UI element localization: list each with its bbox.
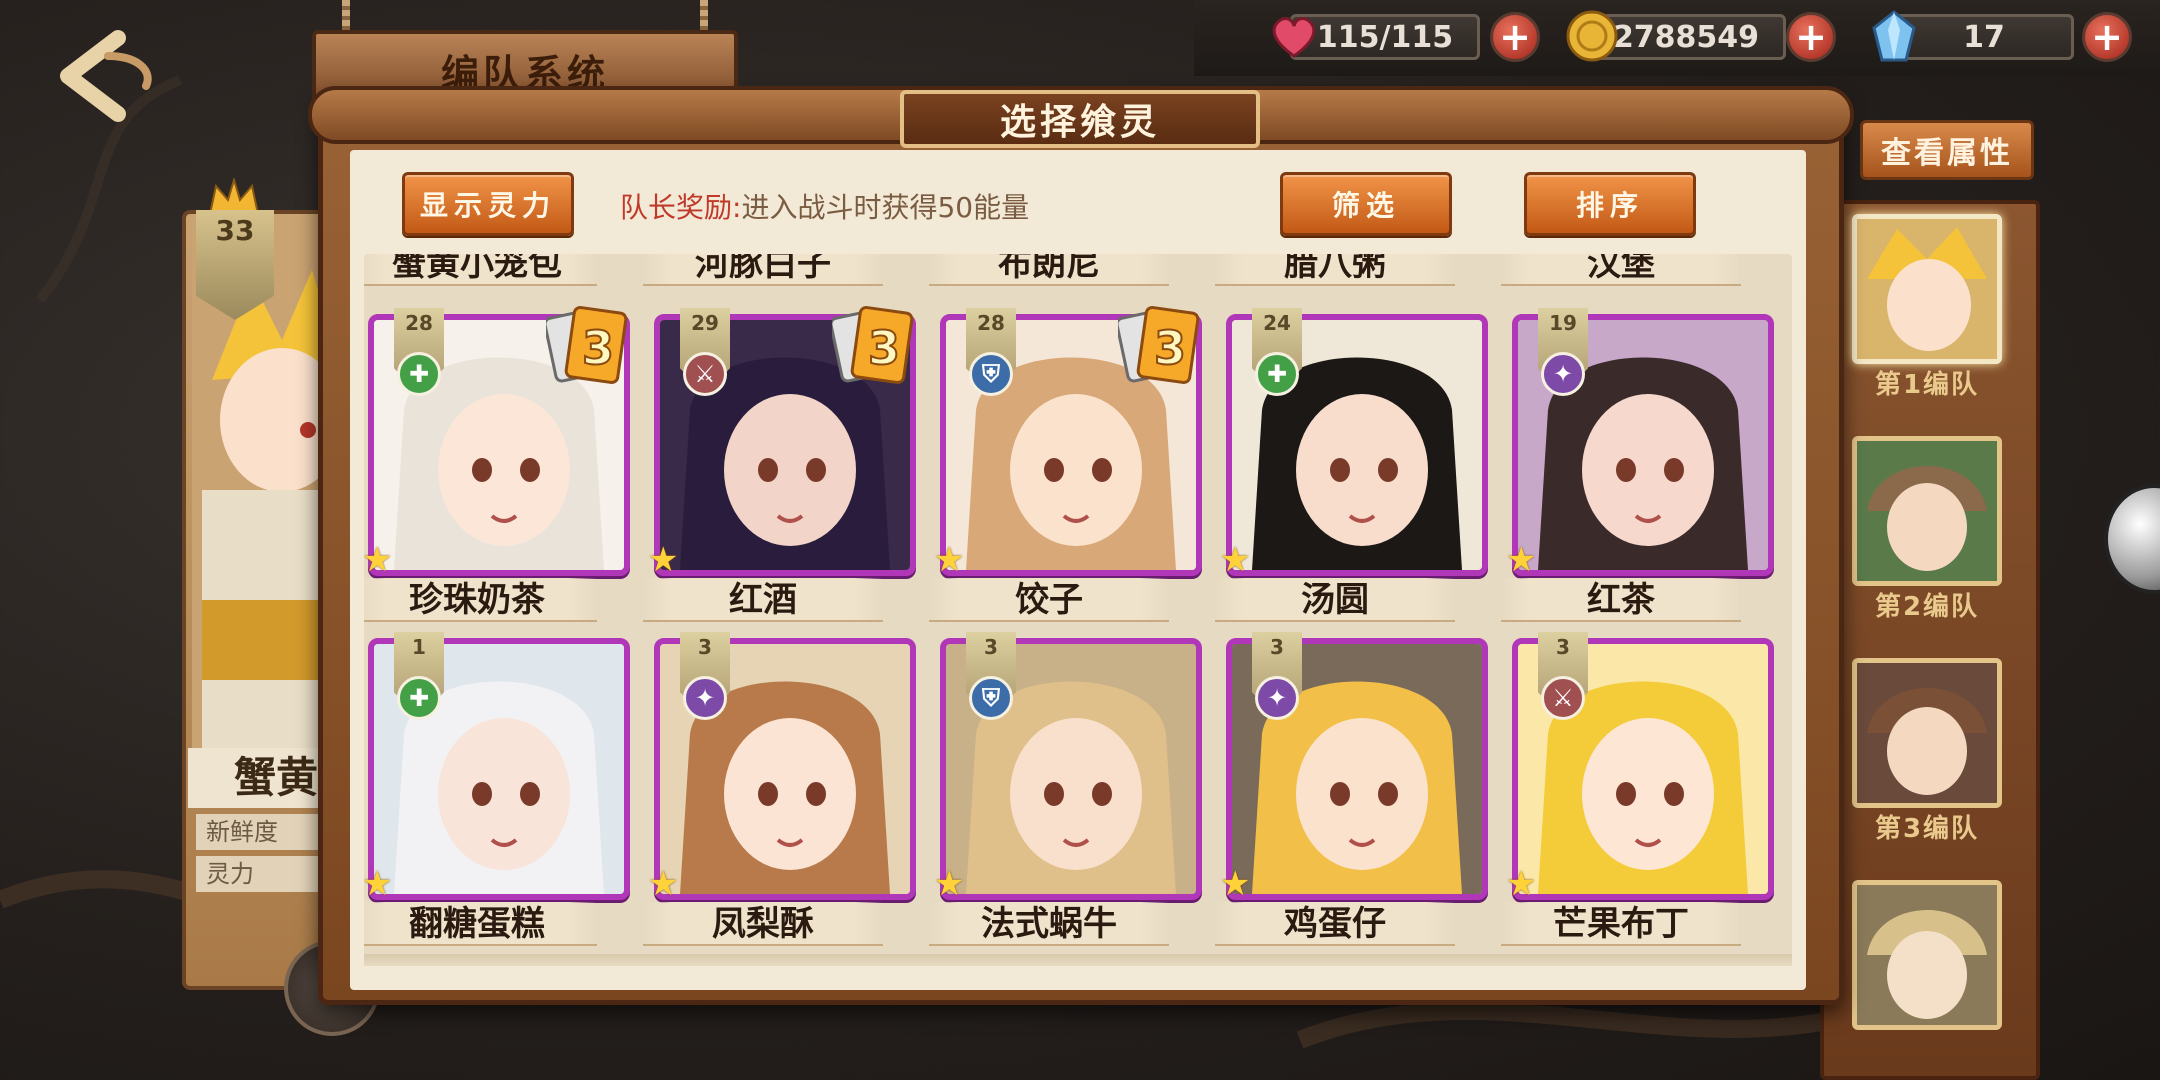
- sort-button[interactable]: 排序: [1524, 172, 1696, 236]
- heal-role-icon: ✚: [397, 676, 441, 720]
- spirit-name: 珍珠奶茶: [364, 578, 597, 622]
- team-3-portrait: [1857, 663, 1997, 803]
- star-icon: ★: [364, 540, 393, 580]
- leader-bonus-label: 队长奖励:: [620, 191, 742, 224]
- team-1-portrait: [1857, 219, 1997, 359]
- magic-role-icon: ✦: [1541, 352, 1585, 396]
- spirit-grid[interactable]: 蟹黄小笼包 河豚白子 布朗尼 腊八粥 汉堡 28 ✚ ★ 3 珍珠奶茶 29 ⚔ ★ 3 红酒 28 ⛨ ★ 3 饺子…: [364, 254, 1792, 966]
- name-plate-top-2: 河豚白子: [643, 254, 883, 286]
- rope-left: [342, 0, 350, 34]
- leader-bonus-text: 进入战斗时获得50能量: [741, 191, 1030, 224]
- add-gold-button[interactable]: +: [1786, 12, 1836, 62]
- spirit-name: 汤圆: [1215, 578, 1455, 622]
- name-plate-top-1: 蟹黄小笼包: [364, 254, 597, 286]
- filter-button[interactable]: 筛选: [1280, 172, 1452, 236]
- team-2-portrait: [1857, 441, 1997, 581]
- star-icon: ★: [934, 540, 965, 580]
- star-icon: ★: [648, 864, 679, 904]
- spirit-name: 红酒: [643, 578, 883, 622]
- magic-role-icon: ✦: [1255, 676, 1299, 720]
- spirit-name: 法式蜗牛: [929, 902, 1169, 946]
- team-slot-3[interactable]: [1852, 658, 2002, 808]
- show-power-button[interactable]: 显示灵力: [402, 172, 574, 236]
- spirit-name: 红茶: [1501, 578, 1741, 622]
- spirit-name: 饺子: [929, 578, 1169, 622]
- duplicate-count: 3: [582, 321, 614, 375]
- team-label-3: 第3编队: [1874, 814, 1980, 844]
- star-icon: ★: [364, 864, 393, 904]
- attack-role-icon: ⚔: [683, 352, 727, 396]
- magic-role-icon: ✦: [683, 676, 727, 720]
- defense-role-icon: ⛨: [969, 676, 1013, 720]
- add-stamina-button[interactable]: +: [1490, 12, 1540, 62]
- coin-icon: [1566, 10, 1618, 62]
- team-label-1: 第1编队: [1874, 370, 1980, 400]
- team-label-2: 第2编队: [1874, 592, 1980, 622]
- star-icon: ★: [648, 540, 679, 580]
- resource-bar: 115/115 + 2788549 + 17 +: [1194, 0, 2160, 76]
- team-4-portrait: [1857, 885, 1997, 1025]
- name-plate-top-4: 腊八粥: [1215, 254, 1455, 286]
- spirit-name: 芒果布丁: [1501, 902, 1741, 946]
- heart-icon: [1272, 17, 1316, 58]
- duplicate-count: 3: [1154, 321, 1186, 375]
- team-slot-1[interactable]: [1852, 214, 2002, 364]
- duplicate-count: 3: [868, 321, 900, 375]
- star-icon: ★: [1220, 864, 1251, 904]
- name-plate-top-5: 汉堡: [1501, 254, 1741, 286]
- add-gems-button[interactable]: +: [2082, 12, 2132, 62]
- heal-role-icon: ✚: [397, 352, 441, 396]
- modal-title: 选择飨灵: [900, 90, 1260, 148]
- view-attributes-button[interactable]: 查看属性: [1860, 120, 2034, 180]
- spirit-name: 翻糖蛋糕: [364, 902, 597, 946]
- rope-right: [700, 0, 708, 34]
- team-slot-2[interactable]: [1852, 436, 2002, 586]
- heal-role-icon: ✚: [1255, 352, 1299, 396]
- grid-bottom-edge: [364, 954, 1792, 966]
- star-icon: ★: [934, 864, 965, 904]
- star-icon: ★: [1506, 864, 1537, 904]
- duplicate-count-badge: 3: [832, 305, 914, 385]
- spirit-name: 凤梨酥: [643, 902, 883, 946]
- attack-role-icon: ⚔: [1541, 676, 1585, 720]
- star-icon: ★: [1220, 540, 1251, 580]
- duplicate-count-badge: 3: [546, 305, 628, 385]
- spirit-name: 鸡蛋仔: [1215, 902, 1455, 946]
- back-arrow-icon[interactable]: [48, 26, 168, 126]
- defense-role-icon: ⛨: [969, 352, 1013, 396]
- duplicate-count-badge: 3: [1118, 305, 1200, 385]
- crystal-icon: [1872, 10, 1916, 62]
- star-icon: ★: [1506, 540, 1537, 580]
- team-slot-4[interactable]: [1852, 880, 2002, 1030]
- leader-bonus: 队长奖励:进入战斗时获得50能量: [620, 186, 1029, 226]
- name-plate-top-3: 布朗尼: [929, 254, 1169, 286]
